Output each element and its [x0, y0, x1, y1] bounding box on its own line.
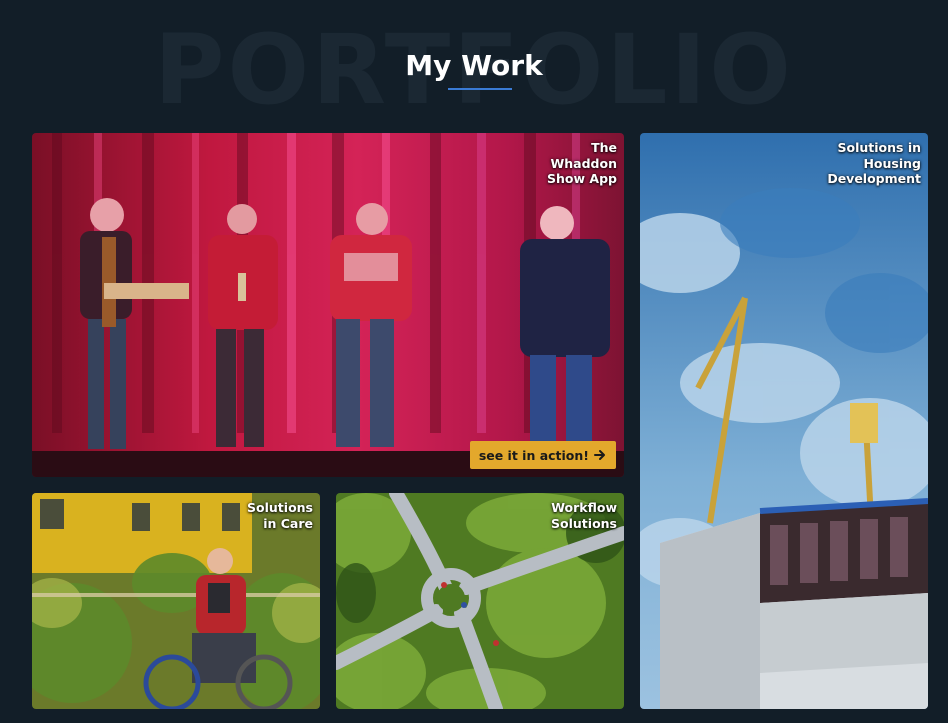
section-title: My Work	[405, 49, 543, 82]
project-card-whaddon-show-app[interactable]: The Whaddon Show App see it in action!	[32, 133, 624, 477]
project-card-housing-development[interactable]: Solutions in Housing Development	[640, 133, 928, 709]
project-card-care[interactable]: Solutions in Care	[32, 493, 320, 709]
title-underline	[448, 88, 512, 90]
cta-label: see it in action!	[478, 447, 589, 463]
project-card-workflow[interactable]: Workflow Solutions	[336, 493, 624, 709]
project-title: Solutions in Housing Development	[827, 140, 921, 186]
project-title: Solutions in Care	[247, 500, 313, 531]
construction-site-image	[640, 133, 928, 709]
portfolio-section: PORTFOLIO My Work The Whaddon Show App s…	[0, 0, 948, 723]
theatre-stage-image	[32, 133, 624, 477]
project-title: Workflow Solutions	[551, 500, 617, 531]
see-it-in-action-button[interactable]: see it in action!	[469, 441, 616, 469]
arrow-right-icon	[594, 450, 605, 460]
project-title: The Whaddon Show App	[547, 140, 617, 186]
